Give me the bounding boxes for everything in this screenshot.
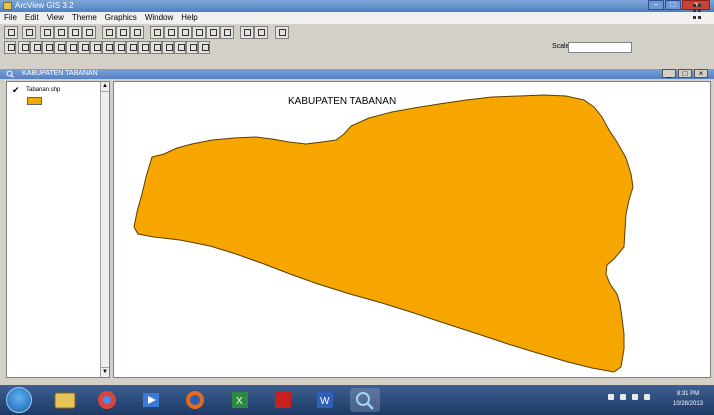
label-tool[interactable]: [126, 41, 138, 54]
toc-scrollbar[interactable]: ▲ ▼: [100, 82, 109, 377]
zoom-in-button[interactable]: [192, 26, 206, 39]
maximize-button[interactable]: □: [665, 0, 681, 10]
vertex-edit-tool[interactable]: [30, 41, 42, 54]
menu-edit[interactable]: Edit: [25, 12, 39, 24]
select-graphic-tool[interactable]: [186, 41, 198, 54]
map-canvas[interactable]: [114, 82, 711, 378]
svg-text:W: W: [320, 396, 330, 407]
taskbar: X W 8:31 PM 10/28/2013: [0, 385, 714, 415]
draw-tool[interactable]: [150, 41, 162, 54]
area-of-interest-tool[interactable]: [114, 41, 126, 54]
menu-file[interactable]: File: [4, 12, 17, 24]
layer-swatch: [27, 97, 42, 105]
arcview-icon[interactable]: [350, 388, 380, 412]
find-button[interactable]: [102, 26, 116, 39]
word-icon[interactable]: W: [310, 388, 340, 412]
measure-tool[interactable]: [90, 41, 102, 54]
view-icon: [6, 70, 14, 78]
hotlink-tool[interactable]: [102, 41, 114, 54]
dots-icon[interactable]: [691, 2, 703, 24]
snap-tool[interactable]: [162, 41, 174, 54]
view-title: KABUPATEN TABANAN: [22, 70, 98, 77]
clear-selection-button[interactable]: [254, 26, 268, 39]
menu-theme[interactable]: Theme: [72, 12, 97, 24]
zoom-full-extent-button[interactable]: [150, 26, 164, 39]
layer-checkbox[interactable]: ✔: [12, 86, 20, 95]
menu-help[interactable]: Help: [181, 12, 197, 24]
zoom-selected-button[interactable]: [178, 26, 192, 39]
menu-view[interactable]: View: [47, 12, 64, 24]
media-player-icon[interactable]: [136, 388, 166, 412]
acrobat-icon[interactable]: [268, 388, 298, 412]
save-project-button[interactable]: [4, 26, 18, 39]
scroll-up-icon[interactable]: ▲: [101, 82, 109, 92]
select-feature-tool[interactable]: [42, 41, 54, 54]
view-maximize-button[interactable]: □: [678, 69, 692, 78]
scroll-down-icon[interactable]: ▼: [101, 367, 109, 377]
identify-tool[interactable]: [4, 41, 16, 54]
view-title-bar: KABUPATEN TABANAN _ □ ×: [0, 69, 714, 79]
tray-arrow-icon[interactable]: [608, 394, 614, 400]
minimize-button[interactable]: –: [648, 0, 664, 10]
chrome-icon[interactable]: [92, 388, 122, 412]
start-button[interactable]: [6, 387, 32, 413]
volume-icon[interactable]: [644, 394, 650, 400]
menu-window[interactable]: Window: [145, 12, 173, 24]
network-icon[interactable]: [632, 394, 638, 400]
table-of-contents: ✔ Tabanan.shp ▲ ▼: [6, 81, 110, 378]
edit-graphic-tool[interactable]: [198, 41, 210, 54]
system-tray: [608, 394, 650, 400]
graphic-tool[interactable]: [174, 41, 186, 54]
layer-name: Tabanan.shp: [26, 87, 61, 93]
window-title: ArcView GIS 3.2: [15, 1, 74, 10]
undo-button[interactable]: [22, 26, 36, 39]
title-bar: ArcView GIS 3.2 – □ ×: [0, 0, 714, 12]
locate-button[interactable]: [116, 26, 130, 39]
map-view[interactable]: KABUPATEN TABANAN: [113, 81, 711, 378]
zoom-in-tool[interactable]: [54, 41, 66, 54]
clock[interactable]: 8:31 PM 10/28/2013: [668, 389, 708, 409]
tool-bar: Scale 1:: [0, 40, 714, 55]
theme-properties-button[interactable]: [54, 26, 68, 39]
clock-date: 10/28/2013: [672, 401, 704, 407]
view-close-button[interactable]: ×: [694, 69, 708, 78]
menu-bar: File Edit View Theme Graphics Window Hel…: [0, 12, 714, 24]
layer-entry[interactable]: ✔ Tabanan.shp: [9, 85, 104, 107]
flag-icon[interactable]: [620, 394, 626, 400]
scale-input[interactable]: [568, 42, 632, 53]
add-theme-button[interactable]: [40, 26, 54, 39]
zoom-active-button[interactable]: [164, 26, 178, 39]
svg-text:X: X: [236, 396, 243, 407]
select-features-button[interactable]: [240, 26, 254, 39]
pan-tool[interactable]: [78, 41, 90, 54]
app-icon: [3, 2, 12, 10]
open-table-button[interactable]: [82, 26, 96, 39]
text-tool[interactable]: [138, 41, 150, 54]
help-button[interactable]: [275, 26, 289, 39]
menu-graphics[interactable]: Graphics: [105, 12, 137, 24]
zoom-out-button[interactable]: [206, 26, 220, 39]
button-bar: [0, 25, 714, 40]
pointer-tool[interactable]: [18, 41, 30, 54]
clock-time: 8:31 PM: [676, 391, 700, 397]
zoom-previous-button[interactable]: [220, 26, 234, 39]
explorer-icon[interactable]: [50, 388, 80, 412]
tabanan-polygon[interactable]: [133, 94, 634, 373]
view-minimize-button[interactable]: _: [662, 69, 676, 78]
edit-legend-button[interactable]: [68, 26, 82, 39]
zoom-out-tool[interactable]: [66, 41, 78, 54]
query-builder-button[interactable]: [130, 26, 144, 39]
firefox-icon[interactable]: [180, 388, 210, 412]
excel-icon[interactable]: X: [225, 388, 255, 412]
